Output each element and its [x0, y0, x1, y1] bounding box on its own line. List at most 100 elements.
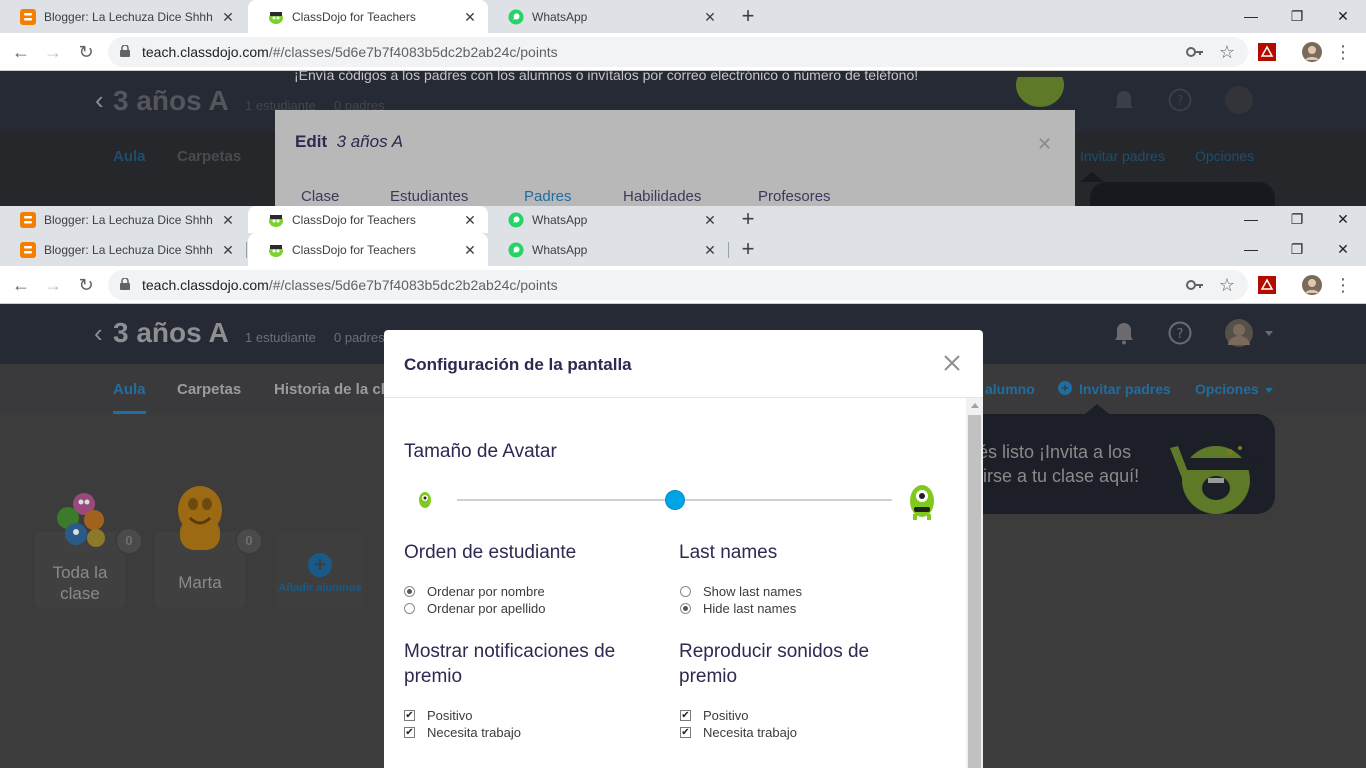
- sound-positive-option[interactable]: ✔ Positivo: [680, 707, 749, 724]
- close-icon[interactable]: ✕: [220, 9, 236, 25]
- class-monsters-avatar-icon: [57, 493, 105, 547]
- back-arrow-icon[interactable]: ←: [10, 41, 32, 63]
- tab-label: ClassDojo for Teachers: [292, 242, 416, 257]
- tab-aula[interactable]: Aula: [113, 381, 146, 398]
- kebab-menu-icon[interactable]: ⋮: [1333, 42, 1353, 62]
- option-label: Ordenar por nombre: [427, 584, 545, 599]
- invite-tooltip-line2: nirse a tu clase aquí!: [973, 466, 1140, 486]
- tab-classdojo[interactable]: ClassDojo for Teachers ✕: [248, 233, 488, 266]
- tab-blogger[interactable]: Blogger: La Lechuza Dice Shhh - ( ✕: [0, 0, 246, 33]
- invite-tooltip-line1: tés listo ¡Invita a los: [973, 442, 1132, 462]
- key-icon[interactable]: [1185, 275, 1205, 295]
- add-student-link[interactable]: alumno: [985, 381, 1035, 397]
- tab-whatsapp[interactable]: WhatsApp ✕: [488, 233, 728, 266]
- forward-arrow-icon[interactable]: →: [42, 274, 64, 296]
- modal-title: Configuración de la pantalla: [404, 355, 632, 374]
- parents-count[interactable]: 0 padres: [334, 330, 385, 345]
- close-icon[interactable]: ✕: [702, 9, 718, 25]
- restore-button: ❐: [1290, 211, 1304, 227]
- address-bar: ← → ↻ teach.classdojo.com/#/classes/5d6e…: [0, 266, 1366, 304]
- new-tab-button[interactable]: +: [736, 238, 760, 262]
- hide-last-names-option[interactable]: Hide last names: [680, 600, 796, 617]
- close-icon[interactable]: ✕: [462, 9, 478, 25]
- radio-button[interactable]: [680, 603, 691, 614]
- radio-button[interactable]: [404, 603, 415, 614]
- url-field[interactable]: teach.classdojo.com/#/classes/5d6e7b7f40…: [108, 37, 1248, 67]
- minimize-button[interactable]: —: [1239, 4, 1263, 28]
- close-window-button[interactable]: ✕: [1331, 4, 1355, 28]
- blogger-icon: [20, 241, 36, 258]
- help-icon[interactable]: ?: [1168, 321, 1192, 345]
- tab-blogger[interactable]: Blogger: La Lechuza Dice Shhh - ( ✕: [0, 233, 246, 266]
- avatar-size-slider-handle[interactable]: [664, 490, 685, 510]
- sound-needs-work-option[interactable]: ✔ Necesita trabajo: [680, 724, 797, 741]
- tab-carpetas[interactable]: Carpetas: [177, 381, 241, 398]
- add-students-label: Añadir alumnos: [278, 582, 362, 594]
- sort-by-first-name-option[interactable]: Ordenar por nombre: [404, 583, 545, 600]
- back-chevron-icon[interactable]: ‹: [94, 318, 103, 349]
- ghost-nav-carpetas: Carpetas: [177, 148, 242, 165]
- checkbox[interactable]: ✔: [680, 710, 691, 721]
- scroll-up-arrow-icon[interactable]: [971, 403, 979, 408]
- notify-positive-option[interactable]: ✔ Positivo: [404, 707, 473, 724]
- tab-classdojo[interactable]: ClassDojo for Teachers ✕: [248, 0, 488, 33]
- tab-whatsapp[interactable]: WhatsApp ✕: [488, 0, 728, 33]
- pdf-extension-icon[interactable]: [1257, 42, 1277, 62]
- bell-icon[interactable]: [1113, 321, 1135, 345]
- teacher-avatar-icon[interactable]: [1225, 319, 1253, 347]
- close-icon[interactable]: ✕: [462, 242, 478, 258]
- close-window-button[interactable]: ✕: [1331, 237, 1355, 261]
- key-icon[interactable]: [1185, 42, 1205, 62]
- tab-label: WhatsApp: [532, 212, 588, 227]
- option-label: Necesita trabajo: [703, 725, 797, 740]
- minimize-button[interactable]: —: [1239, 237, 1263, 261]
- add-students-card[interactable]: + Añadir alumnos: [275, 534, 365, 608]
- restore-button[interactable]: ❐: [1285, 237, 1309, 261]
- url-field[interactable]: teach.classdojo.com/#/classes/5d6e7b7f40…: [108, 270, 1248, 300]
- profile-avatar-icon[interactable]: [1302, 42, 1322, 62]
- reload-icon[interactable]: ↻: [75, 41, 97, 63]
- checkbox[interactable]: ✔: [680, 727, 691, 738]
- kebab-menu-icon[interactable]: ⋮: [1333, 275, 1353, 295]
- plus-icon: +: [308, 553, 332, 577]
- close-icon[interactable]: [941, 352, 963, 374]
- close-icon[interactable]: ✕: [220, 242, 236, 258]
- edit-tab-estudiantes: Estudiantes: [390, 188, 469, 205]
- show-last-names-option[interactable]: Show last names: [680, 583, 802, 600]
- reload-icon[interactable]: ↻: [75, 274, 97, 296]
- scrollbar-thumb[interactable]: [968, 415, 981, 768]
- restore-button[interactable]: ❐: [1285, 4, 1309, 28]
- star-icon[interactable]: ☆: [1217, 275, 1237, 295]
- checkbox[interactable]: ✔: [404, 727, 415, 738]
- checkbox[interactable]: ✔: [404, 710, 415, 721]
- url-text: teach.classdojo.com/#/classes/5d6e7b7f40…: [142, 44, 558, 60]
- tab-label: ClassDojo for Teachers: [292, 9, 416, 24]
- sort-by-last-name-option[interactable]: Ordenar por apellido: [404, 600, 546, 617]
- new-tab-button: +: [741, 206, 755, 231]
- ghost-tab-strip: Blogger: La Lechuza Dice Shhh - ( ✕ Clas…: [0, 206, 1366, 233]
- tab-historia[interactable]: Historia de la cl: [274, 381, 385, 398]
- pdf-extension-icon[interactable]: [1257, 275, 1277, 295]
- chevron-down-icon[interactable]: [1265, 331, 1273, 336]
- ghost-class-title: 3 años A: [113, 85, 229, 116]
- profile-avatar-icon[interactable]: [1302, 275, 1322, 295]
- classdojo-icon: [269, 214, 283, 227]
- close-icon[interactable]: ✕: [702, 242, 718, 258]
- close-window-button: ✕: [1337, 211, 1349, 227]
- star-icon[interactable]: ☆: [1217, 42, 1237, 62]
- back-arrow-icon[interactable]: ←: [10, 274, 32, 296]
- option-label: Ordenar por apellido: [427, 601, 546, 616]
- option-label: Positivo: [703, 708, 749, 723]
- tab-classdojo: ClassDojo for Teachers ✕: [248, 206, 488, 233]
- options-menu[interactable]: Opciones: [1195, 381, 1259, 397]
- tab-label: ClassDojo for Teachers: [292, 212, 416, 227]
- invite-parents-tooltip[interactable]: tés listo ¡Invita a los nirse a tu clase…: [940, 414, 1275, 514]
- forward-arrow-icon[interactable]: →: [42, 41, 64, 63]
- monster-mascot-icon: [1016, 71, 1064, 107]
- invite-parents-button[interactable]: Invitar padres: [1079, 381, 1171, 397]
- radio-button[interactable]: [680, 586, 691, 597]
- radio-button[interactable]: [404, 586, 415, 597]
- new-tab-button[interactable]: +: [736, 5, 760, 29]
- notify-needs-work-option[interactable]: ✔ Necesita trabajo: [404, 724, 521, 741]
- tab-divider: [728, 242, 729, 258]
